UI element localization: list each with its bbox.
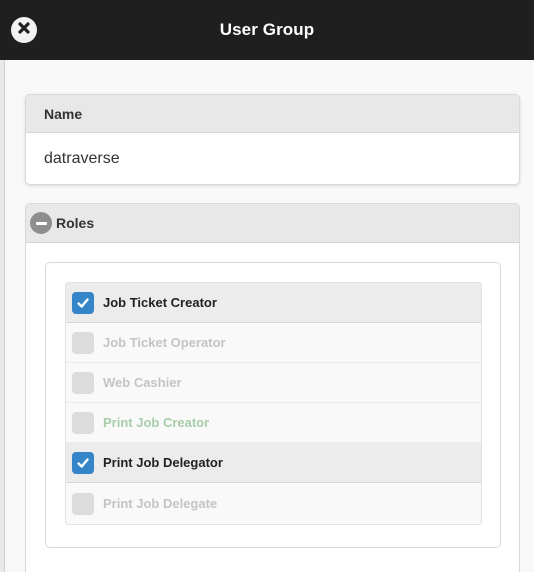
checkbox-icon bbox=[72, 371, 94, 394]
roles-checkbox-list: Job Ticket Creator Job Ticket Operator W… bbox=[65, 282, 482, 525]
checkbox-icon bbox=[72, 451, 94, 474]
checkbox-icon bbox=[72, 411, 94, 434]
roles-container: Job Ticket Creator Job Ticket Operator W… bbox=[45, 262, 501, 548]
close-icon bbox=[17, 21, 31, 40]
name-heading: Name bbox=[26, 95, 519, 133]
checkbox-icon bbox=[72, 291, 94, 314]
checkbox-icon bbox=[72, 331, 94, 354]
roles-panel: Roles Job Ticket Creator Job Ticket Oper… bbox=[25, 203, 520, 572]
role-label: Print Job Delegate bbox=[103, 496, 218, 511]
role-checkbox-print-job-delegator[interactable]: Print Job Delegator bbox=[66, 443, 481, 483]
role-checkbox-print-job-delegate[interactable]: Print Job Delegate bbox=[66, 483, 481, 524]
page-title: User Group bbox=[219, 20, 315, 39]
role-checkbox-web-cashier[interactable]: Web Cashier bbox=[66, 363, 481, 403]
checkbox-icon bbox=[72, 492, 94, 515]
role-label: Web Cashier bbox=[103, 375, 182, 390]
roles-collapsible-header[interactable]: Roles bbox=[26, 204, 519, 243]
role-checkbox-job-ticket-creator[interactable]: Job Ticket Creator bbox=[66, 283, 481, 323]
group-name-value: datraverse bbox=[44, 150, 120, 167]
close-button[interactable] bbox=[11, 17, 37, 43]
role-label: Job Ticket Creator bbox=[103, 295, 217, 310]
role-checkbox-print-job-creator[interactable]: Print Job Creator bbox=[66, 403, 481, 443]
collapse-minus-icon bbox=[30, 212, 52, 234]
role-label: Job Ticket Operator bbox=[103, 335, 226, 350]
role-label: Print Job Delegator bbox=[103, 455, 223, 470]
role-checkbox-job-ticket-operator[interactable]: Job Ticket Operator bbox=[66, 323, 481, 363]
header-bar: User Group bbox=[0, 0, 534, 60]
name-panel: Name datraverse bbox=[25, 94, 520, 185]
roles-heading: Roles bbox=[56, 215, 95, 231]
role-label: Print Job Creator bbox=[103, 415, 210, 430]
content-area: Name datraverse Roles Job Ticket Creator bbox=[4, 60, 534, 572]
